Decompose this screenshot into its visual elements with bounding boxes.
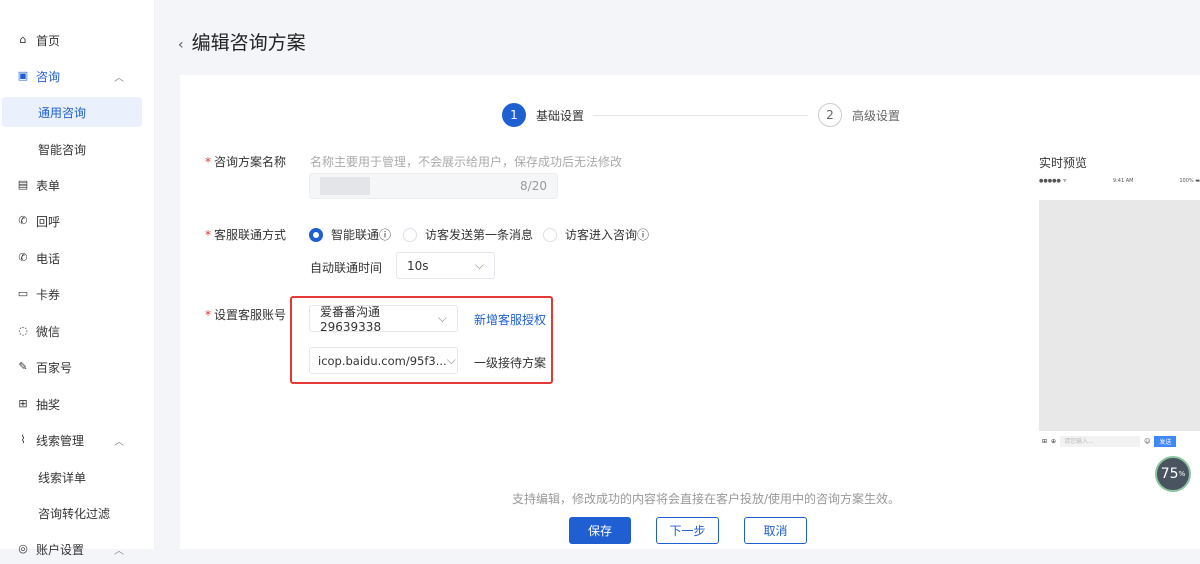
gift-icon: ⊞ [18, 397, 28, 410]
sidebar-item-leads[interactable]: ⌇ 线索管理 ︿ [0, 425, 155, 455]
name-label: * 咨询方案名称 [205, 155, 287, 169]
phone-icon: ✆ [18, 251, 28, 264]
sidebar-item-consult-filter[interactable]: 咨询转化过滤 [0, 498, 155, 528]
sidebar-item-smart-consult[interactable]: 智能咨询 [0, 134, 155, 164]
callback-icon: ✆ [18, 214, 28, 227]
sidebar-item-callback[interactable]: ✆ 回呼 [0, 206, 155, 236]
sidebar: ⌂ 首页 ▣ 咨询 ︿ 通用咨询 智能咨询 ▤ 表单 ✆ 回呼 ✆ 电话 ▭ 卡券 ◌ 微信 ✎… [0, 0, 155, 557]
step-divider [593, 115, 808, 116]
sidebar-item-baijiahao[interactable]: ✎ 百家号 [0, 352, 155, 382]
radio-smart[interactable]: 智能联通 ⓘ [309, 226, 391, 243]
name-input[interactable]: 8/20 [309, 173, 558, 199]
next-button[interactable]: 下一步 [656, 517, 719, 544]
footer-notice: 支持编辑，修改成功的内容将会直接在客户投放/使用中的咨询方案生效。 [512, 492, 901, 506]
auto-time-label: 自动联通时间 [310, 261, 383, 275]
home-icon: ⌂ [19, 33, 27, 46]
account-select[interactable]: 爱番番沟通29639338 ⌵ [309, 305, 458, 334]
save-button[interactable]: 保存 [569, 517, 631, 544]
step-1: 1 基础设置 [502, 103, 584, 127]
coupon-icon: ▭ [17, 287, 29, 300]
sidebar-item-consult[interactable]: ▣ 咨询 ︿ [0, 61, 155, 91]
preview-screen [1039, 200, 1200, 431]
cancel-button[interactable]: 取消 [744, 517, 807, 544]
chart-icon: ⌇ [20, 433, 26, 446]
page-title: ‹ 编辑咨询方案 [178, 32, 306, 54]
sidebar-item-general-consult[interactable]: 通用咨询 [2, 97, 142, 127]
sidebar-item-wechat[interactable]: ◌ 微信 [0, 316, 155, 346]
radio-enter-consult[interactable]: 访客进入咨询 ⓘ [543, 226, 649, 243]
name-hint: 名称主要用于管理，不会展示给用户，保存成功后无法修改 [310, 155, 623, 169]
connect-label: * 客服联通方式 [205, 228, 287, 242]
sidebar-item-account-settings[interactable]: ◎ 账户设置 ︿ [0, 534, 155, 564]
form-icon: ▤ [17, 178, 29, 191]
blurred-value [320, 177, 370, 195]
chevron-up-icon: ︿ [114, 72, 124, 84]
chevron-up-icon: ︿ [114, 545, 124, 557]
sidebar-item-coupon[interactable]: ▭ 卡券 [0, 279, 155, 309]
back-icon[interactable]: ‹ [178, 37, 184, 53]
chevron-down-icon: ⌵ [474, 258, 484, 272]
performance-badge[interactable]: 75% [1155, 456, 1191, 492]
preview-title: 实时预览 [1039, 156, 1088, 170]
chat-icon: ▣ [17, 69, 29, 82]
sidebar-item-form[interactable]: ▤ 表单 [0, 170, 155, 200]
account-label: * 设置客服账号 [205, 308, 287, 322]
sidebar-item-home[interactable]: ⌂ 首页 [0, 25, 155, 55]
sidebar-item-lead-details[interactable]: 线索详单 [0, 462, 155, 492]
plus-icon: ⊕ [1051, 438, 1057, 445]
grid-icon: ⊞ [1042, 438, 1048, 445]
auto-time-select[interactable]: 10s ⌵ [396, 252, 495, 279]
add-auth-link[interactable]: 新增客服授权 [474, 311, 546, 328]
plan-select[interactable]: icop.baidu.com/95f3... ⌵ [309, 347, 458, 374]
help-icon: ⓘ [637, 228, 650, 242]
preview-input-bar: ⊞ ⊕ 请您输入... ☺ 发送 [1039, 433, 1200, 450]
step-2: 2 高级设置 [818, 103, 900, 127]
wechat-icon: ◌ [18, 324, 28, 337]
sidebar-item-phone[interactable]: ✆ 电话 [0, 243, 155, 273]
chevron-down-icon: ⌵ [437, 311, 447, 325]
baijiahao-icon: ✎ [18, 360, 28, 373]
settings-icon: ◎ [18, 542, 28, 555]
emoji-icon: ☺ [1144, 438, 1151, 445]
radio-first-message[interactable]: 访客发送第一条消息 [403, 226, 533, 243]
sidebar-item-lottery[interactable]: ⊞ 抽奖 [0, 389, 155, 419]
phone-status-bar: ●●●●● ᯤ 9:41 AM 100% ▬ [1039, 178, 1200, 184]
chevron-up-icon: ︿ [114, 436, 124, 448]
help-icon: ⓘ [379, 228, 392, 242]
chevron-down-icon: ⌵ [446, 353, 456, 367]
plan-label: 一级接待方案 [474, 356, 547, 370]
